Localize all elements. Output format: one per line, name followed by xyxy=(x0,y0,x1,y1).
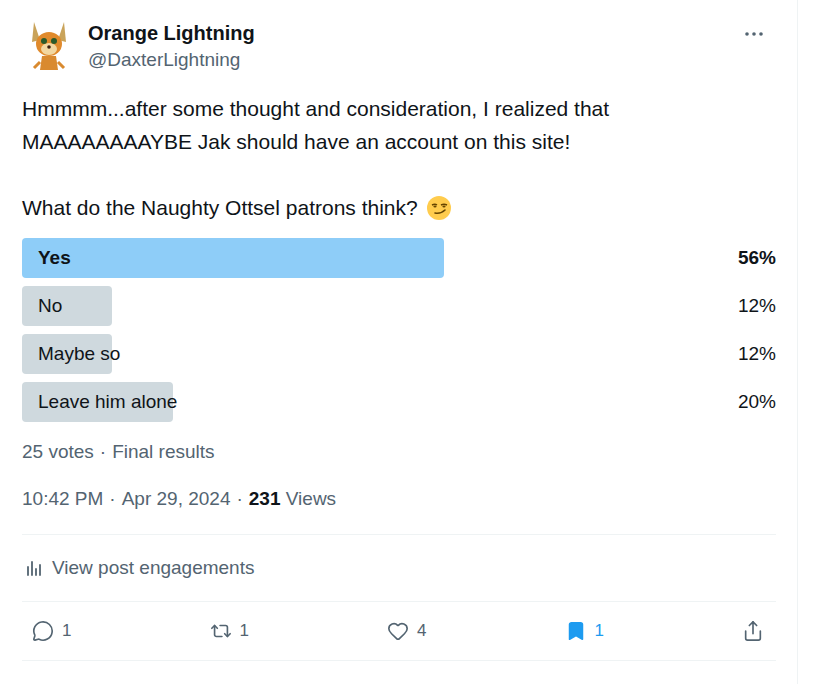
poll-footer: 25 votes·Final results xyxy=(22,440,776,464)
poll-option: Maybe so 12% xyxy=(22,334,776,374)
bookmark-button[interactable]: 1 xyxy=(565,620,604,642)
like-button[interactable]: 4 xyxy=(387,620,426,642)
post-paragraph: Hmmmm...after some thought and considera… xyxy=(22,92,776,158)
post-time[interactable]: 10:42 PM xyxy=(22,487,103,511)
poll-option-label: No xyxy=(22,295,62,317)
post-detail: Orange Lightning@DaxterLightning Hmmmm...… xyxy=(0,0,798,684)
post-body: Hmmmm...after some thought and considera… xyxy=(22,92,776,224)
view-count: 231 Views xyxy=(249,487,336,511)
reply-button[interactable]: 1 xyxy=(32,620,71,642)
poll-option-label: Yes xyxy=(22,247,71,269)
poll-option-percent: 56% xyxy=(738,247,776,269)
repost-button[interactable]: 1 xyxy=(210,620,249,642)
view-engagements-link[interactable]: View post engagements xyxy=(22,535,776,602)
poll-bar xyxy=(22,238,444,278)
bookmark-icon xyxy=(565,620,587,642)
action-bar: 1 1 4 1 xyxy=(22,602,776,661)
post-header: Orange Lightning@DaxterLightning xyxy=(22,18,776,74)
share-icon xyxy=(742,620,764,642)
poll-option-percent: 12% xyxy=(738,295,776,317)
poll-bar xyxy=(22,286,112,326)
repost-icon xyxy=(210,620,232,642)
like-icon xyxy=(387,620,409,642)
poll: Yes 56% No 12% Maybe so 12% Leave him alone 20% xyxy=(22,238,776,422)
smirk-face-icon xyxy=(426,195,452,221)
more-icon[interactable] xyxy=(742,22,766,46)
poll-option-label: Leave him alone xyxy=(22,391,177,413)
poll-option: Leave him alone 20% xyxy=(22,382,776,422)
post-date[interactable]: Apr 29, 2024 xyxy=(122,487,231,511)
poll-option-percent: 12% xyxy=(738,343,776,365)
author-handle[interactable]: @DaxterLightning xyxy=(88,48,728,72)
bar-chart-icon xyxy=(24,558,44,578)
poll-option-label: Maybe so xyxy=(22,343,120,365)
author-name[interactable]: Orange Lightning xyxy=(88,20,728,46)
ottsel-avatar-icon[interactable] xyxy=(24,18,74,74)
poll-option-percent: 20% xyxy=(738,391,776,413)
reply-icon xyxy=(32,620,54,642)
post-paragraph: What do the Naughty Ottsel patrons think… xyxy=(22,191,776,224)
post-meta: 10:42 PM·Apr 29, 2024·231 Views xyxy=(22,487,776,535)
poll-option: Yes 56% xyxy=(22,238,776,278)
share-button[interactable] xyxy=(742,620,764,642)
poll-option: No 12% xyxy=(22,286,776,326)
